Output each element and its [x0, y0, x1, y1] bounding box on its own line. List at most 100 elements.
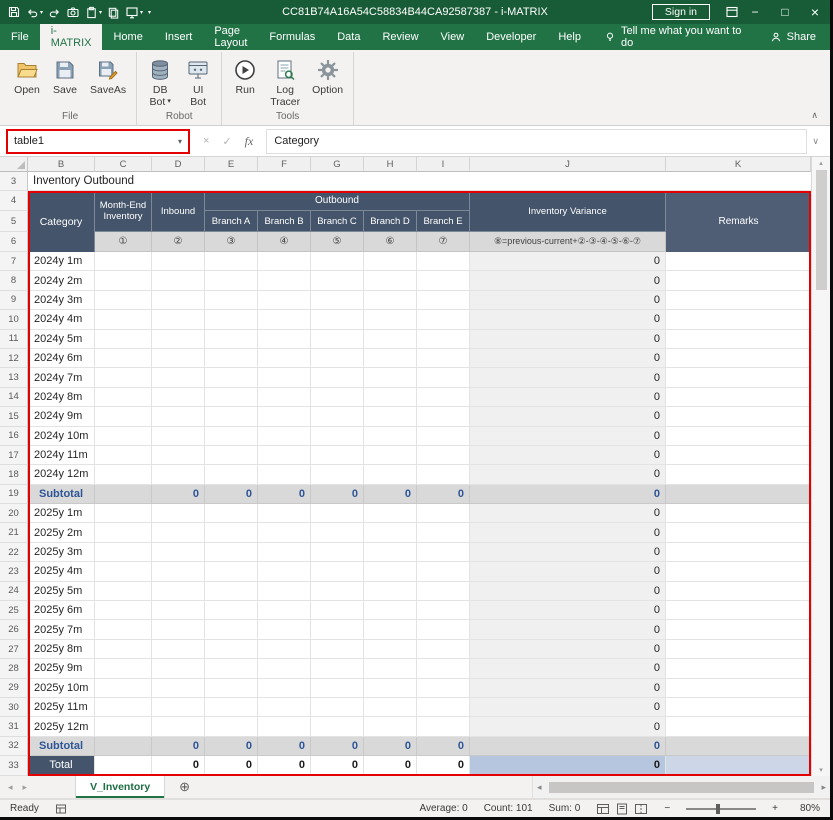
cell[interactable]: [364, 620, 417, 639]
column-header[interactable]: J: [470, 157, 666, 172]
cell[interactable]: [417, 640, 470, 659]
remarks-cell[interactable]: [666, 485, 811, 504]
add-sheet-button[interactable]: ⊕: [179, 779, 190, 795]
cell[interactable]: [417, 388, 470, 407]
horizontal-scrollbar[interactable]: ◂ ▸: [532, 776, 830, 798]
header-inbound[interactable]: Inbound: [152, 191, 205, 232]
row-label-cell[interactable]: Subtotal: [28, 737, 95, 756]
row-number[interactable]: 13: [0, 368, 28, 387]
hscroll-left-arrow-icon[interactable]: ◂: [533, 782, 546, 793]
row-label-cell[interactable]: Subtotal: [28, 485, 95, 504]
normal-view-icon[interactable]: [596, 802, 610, 816]
cell[interactable]: 0: [417, 485, 470, 504]
cell[interactable]: [205, 271, 258, 290]
cell[interactable]: 0: [364, 756, 417, 775]
cell[interactable]: [364, 504, 417, 523]
variance-cell[interactable]: 0: [470, 543, 666, 562]
variance-cell[interactable]: 0: [470, 427, 666, 446]
cell[interactable]: [205, 310, 258, 329]
remarks-cell[interactable]: [666, 717, 811, 736]
row-number[interactable]: 15: [0, 407, 28, 426]
row-label-cell[interactable]: 2024y 6m: [28, 349, 95, 368]
cell[interactable]: [152, 562, 205, 581]
cell[interactable]: [364, 562, 417, 581]
variance-cell[interactable]: 0: [470, 737, 666, 756]
cell[interactable]: [258, 465, 311, 484]
collapse-ribbon-button[interactable]: ∧: [811, 110, 818, 121]
run-button[interactable]: Run: [226, 54, 264, 98]
close-button[interactable]: ×: [800, 0, 830, 24]
cell[interactable]: [258, 349, 311, 368]
cell[interactable]: [152, 310, 205, 329]
header-month-end-inventory[interactable]: Month-End Inventory: [95, 191, 152, 232]
ribbon-display-options-button[interactable]: [724, 4, 740, 20]
row-label-cell[interactable]: 2024y 3m: [28, 291, 95, 310]
row-label-cell[interactable]: 2024y 12m: [28, 465, 95, 484]
row-label-cell[interactable]: 2024y 7m: [28, 368, 95, 387]
row-number[interactable]: 27: [0, 640, 28, 659]
cell[interactable]: 0: [205, 485, 258, 504]
cell[interactable]: [417, 252, 470, 271]
save-button[interactable]: Save: [46, 54, 84, 98]
header-branch-b[interactable]: Branch B: [258, 211, 311, 232]
header-category[interactable]: Category: [28, 191, 95, 252]
row-label-cell[interactable]: 2025y 4m: [28, 562, 95, 581]
cell[interactable]: [205, 698, 258, 717]
cell[interactable]: [311, 427, 364, 446]
remarks-cell[interactable]: [666, 601, 811, 620]
cell[interactable]: [95, 330, 152, 349]
cell[interactable]: 0: [311, 756, 364, 775]
zoom-slider-thumb[interactable]: [716, 804, 720, 814]
enter-button[interactable]: ✓: [222, 135, 231, 148]
ribbon-tab-view[interactable]: View: [430, 24, 476, 50]
cell[interactable]: [364, 388, 417, 407]
cell[interactable]: [364, 368, 417, 387]
cell[interactable]: 0: [258, 737, 311, 756]
ribbon-tab-data[interactable]: Data: [326, 24, 371, 50]
variance-cell[interactable]: 0: [470, 349, 666, 368]
cell[interactable]: [364, 271, 417, 290]
header-variance-formula[interactable]: ⑧=previous-current+②-③-④-⑤-⑥-⑦: [470, 232, 666, 252]
cell[interactable]: [152, 543, 205, 562]
cell[interactable]: [364, 717, 417, 736]
cell[interactable]: [311, 407, 364, 426]
cell[interactable]: [311, 717, 364, 736]
cell[interactable]: [311, 679, 364, 698]
qat-copy-button[interactable]: [106, 5, 121, 20]
cell[interactable]: [95, 582, 152, 601]
cell[interactable]: [152, 330, 205, 349]
cell[interactable]: [258, 640, 311, 659]
cell[interactable]: [95, 562, 152, 581]
cell[interactable]: [417, 620, 470, 639]
header-colnum-6[interactable]: ⑥: [364, 232, 417, 252]
ribbon-tab-developer[interactable]: Developer: [475, 24, 547, 50]
header-colnum-2[interactable]: ②: [152, 232, 205, 252]
cell[interactable]: [258, 601, 311, 620]
cell[interactable]: [258, 582, 311, 601]
cell[interactable]: [364, 543, 417, 562]
cell[interactable]: [311, 601, 364, 620]
remarks-cell[interactable]: [666, 310, 811, 329]
cell[interactable]: [258, 388, 311, 407]
cell[interactable]: [95, 756, 152, 775]
cell[interactable]: [152, 582, 205, 601]
cell[interactable]: [95, 679, 152, 698]
row-label-cell[interactable]: 2025y 10m: [28, 679, 95, 698]
row-label-cell[interactable]: 2025y 8m: [28, 640, 95, 659]
cell[interactable]: [258, 252, 311, 271]
remarks-cell[interactable]: [666, 330, 811, 349]
page-layout-view-icon[interactable]: [615, 802, 629, 816]
cell[interactable]: [95, 368, 152, 387]
minimize-button[interactable]: −: [740, 0, 770, 24]
header-colnum-7[interactable]: ⑦: [417, 232, 470, 252]
page-break-view-icon[interactable]: [634, 802, 648, 816]
cell[interactable]: 0: [417, 756, 470, 775]
cell[interactable]: [311, 640, 364, 659]
cell[interactable]: [364, 349, 417, 368]
variance-cell[interactable]: 0: [470, 659, 666, 678]
cell[interactable]: [364, 523, 417, 542]
qat-redo-button[interactable]: [47, 5, 62, 20]
variance-cell[interactable]: 0: [470, 485, 666, 504]
ribbon-tab-home[interactable]: Home: [102, 24, 153, 50]
row-number[interactable]: 10: [0, 310, 28, 329]
